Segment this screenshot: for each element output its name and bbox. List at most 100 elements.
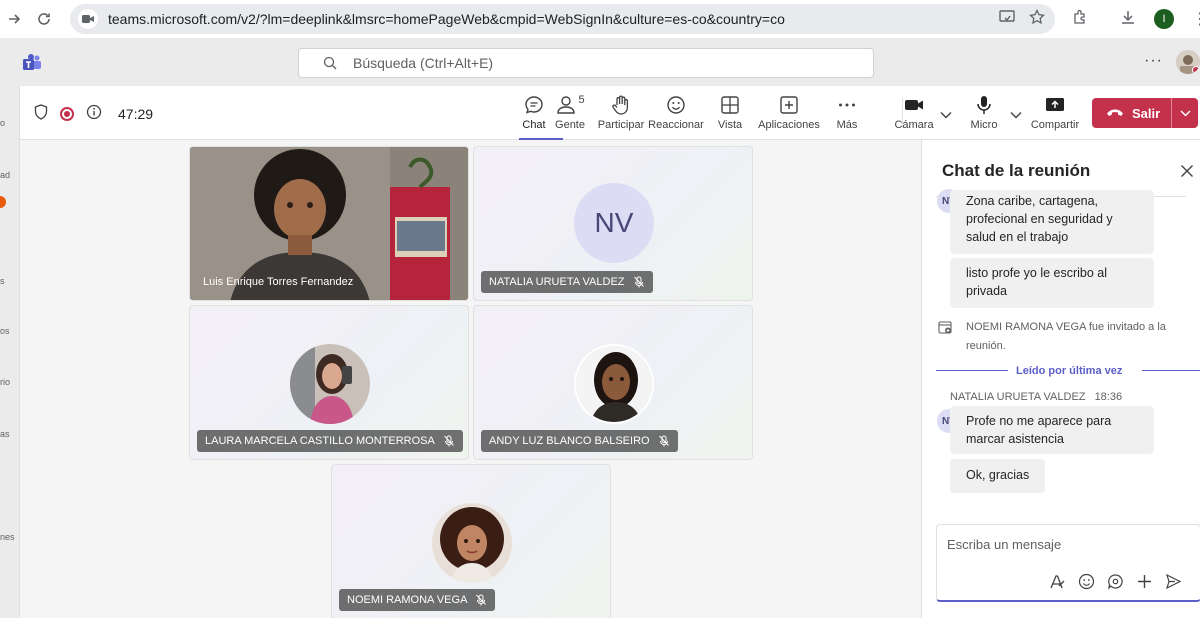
search-icon — [323, 56, 337, 70]
chat-message[interactable]: Profe no me aparece para marcar asistenc… — [950, 406, 1154, 454]
chat-message[interactable]: Ok, gracias — [950, 459, 1046, 493]
user-avatar[interactable] — [1176, 50, 1200, 74]
participant-name: LAURA MARCELA CASTILLO MONTERROSA — [205, 435, 435, 447]
compose-input[interactable]: Escriba un mensaje — [947, 537, 1061, 552]
mic-label: Micro — [970, 119, 998, 131]
smiley-icon — [667, 96, 685, 114]
share-button[interactable]: Compartir — [1030, 94, 1080, 131]
extensions-icon[interactable] — [1072, 9, 1088, 29]
chat-message[interactable]: Zona caribe, cartagena, profecional en s… — [950, 190, 1154, 254]
video-stage: Luis Enrique Torres Fernandez NV NATALIA… — [20, 140, 920, 618]
more-button[interactable]: Más — [830, 94, 864, 131]
address-bar[interactable]: teams.microsoft.com/v2/?lm=deeplink&lmsr… — [70, 4, 1055, 34]
format-icon[interactable] — [1049, 573, 1066, 590]
view-button[interactable]: Vista — [712, 94, 748, 131]
people-icon — [557, 96, 576, 114]
browser-menu-icon[interactable]: ⋮ — [1192, 9, 1200, 29]
people-count: 5 — [578, 94, 585, 106]
raise-hand-label: Participar — [597, 119, 645, 131]
share-screen-icon — [1046, 98, 1064, 111]
meeting-chat-panel: Chat de la reunión NV Zona caribe, carta… — [921, 140, 1200, 618]
participant-name-tag: NATALIA URUETA VALDEZ — [481, 271, 653, 293]
chat-message[interactable]: listo profe yo le escribo al privada — [950, 258, 1154, 308]
emoji-icon[interactable] — [1078, 573, 1095, 590]
participant-name: ANDY LUZ BLANCO BALSEIRO — [489, 435, 650, 447]
participant-photo — [432, 503, 512, 583]
participant-name-tag: ANDY LUZ BLANCO BALSEIRO — [481, 430, 678, 452]
camera-icon — [905, 100, 923, 110]
left-rail: o ad s os rio as nes — [0, 86, 20, 618]
mic-options-chevron-icon[interactable] — [1010, 106, 1022, 124]
forward-icon[interactable] — [0, 5, 28, 33]
leave-label: Salir — [1132, 105, 1161, 121]
shield-icon[interactable] — [34, 104, 48, 123]
react-label: Reaccionar — [648, 119, 704, 131]
message-text: listo profe yo le escribo al privada — [966, 266, 1108, 298]
camera-label: Cámara — [894, 119, 934, 131]
mic-button[interactable]: Micro — [966, 94, 1002, 131]
bookmark-star-icon[interactable] — [1029, 8, 1045, 29]
participant-name: Luis Enrique Torres Fernandez — [203, 276, 354, 288]
add-icon[interactable] — [1136, 573, 1153, 590]
camera-options-chevron-icon[interactable] — [940, 106, 952, 124]
people-button[interactable]: 5 Gente — [546, 94, 594, 131]
loop-icon[interactable] — [1107, 573, 1124, 590]
close-icon[interactable] — [1180, 162, 1194, 183]
presence-badge — [1192, 66, 1200, 74]
react-button[interactable]: Reaccionar — [648, 94, 704, 131]
people-label: Gente — [555, 119, 585, 131]
camera-button[interactable]: Cámara — [894, 94, 934, 131]
apps-label: Aplicaciones — [758, 119, 820, 131]
participant-tile[interactable]: NV NATALIA URUETA VALDEZ — [473, 146, 753, 301]
share-label: Compartir — [1030, 119, 1080, 131]
send-icon[interactable] — [1165, 573, 1182, 590]
message-sender: NATALIA URUETA VALDEZ 18:36 — [950, 391, 1122, 403]
search-box[interactable]: Búsqueda (Ctrl+Alt+E) — [298, 48, 874, 78]
teams-more-icon[interactable]: ··· — [1144, 52, 1163, 70]
participant-tile[interactable]: NOEMI RAMONA VEGA — [331, 464, 611, 618]
message-time: 18:36 — [1094, 391, 1123, 403]
read-marker-line — [936, 370, 1008, 371]
info-icon[interactable] — [86, 104, 102, 123]
meeting-toolbar: 47:29 Chat 5 Gente Participar Reaccionar… — [20, 86, 1200, 140]
more-label: Más — [836, 119, 858, 131]
site-info-icon[interactable] — [78, 9, 98, 29]
url-text[interactable]: teams.microsoft.com/v2/?lm=deeplink&lmsr… — [108, 11, 785, 27]
mic-off-icon — [658, 435, 669, 447]
reload-icon[interactable] — [30, 5, 58, 33]
apps-button[interactable]: Aplicaciones — [756, 94, 822, 131]
rail-item[interactable]: nes — [0, 532, 15, 542]
message-compose-box[interactable]: Escriba un mensaje — [936, 524, 1200, 602]
more-horizontal-icon — [839, 103, 855, 107]
browser-toolbar: teams.microsoft.com/v2/?lm=deeplink&lmsr… — [0, 0, 1200, 38]
mic-off-icon — [633, 276, 644, 288]
teams-header: Búsqueda (Ctrl+Alt+E) ··· — [0, 38, 1200, 86]
profile-avatar[interactable]: I — [1154, 9, 1174, 29]
message-text: Zona caribe, cartagena, profecional en s… — [966, 194, 1113, 244]
leave-options-chevron-icon[interactable] — [1172, 109, 1198, 117]
rail-item[interactable]: as — [0, 429, 10, 439]
raise-hand-icon — [612, 95, 629, 115]
participant-tile[interactable]: LAURA MARCELA CASTILLO MONTERROSA — [189, 305, 469, 460]
mic-off-icon — [443, 435, 454, 447]
rail-notification-badge — [0, 196, 6, 208]
raise-hand-button[interactable]: Participar — [596, 94, 646, 131]
leave-button[interactable]: Salir — [1092, 98, 1198, 128]
download-icon[interactable] — [1120, 9, 1136, 29]
rail-item[interactable]: os — [0, 326, 10, 336]
calendar-icon — [938, 321, 952, 334]
rail-item[interactable]: ad — [0, 170, 10, 180]
participant-photo — [290, 344, 370, 424]
mic-off-icon — [476, 594, 487, 606]
cast-icon[interactable] — [999, 10, 1015, 28]
chat-label: Chat — [522, 119, 546, 131]
rail-item[interactable]: o — [0, 118, 5, 128]
participant-name-tag: LAURA MARCELA CASTILLO MONTERROSA — [197, 430, 463, 452]
rail-item[interactable]: rio — [0, 377, 10, 387]
participant-photo — [574, 344, 654, 424]
recording-icon[interactable] — [60, 106, 74, 121]
participant-tile[interactable]: ANDY LUZ BLANCO BALSEIRO — [473, 305, 753, 460]
participant-tile[interactable]: Luis Enrique Torres Fernandez — [189, 146, 469, 301]
message-text: Profe no me aparece para marcar asistenc… — [966, 414, 1112, 446]
rail-item[interactable]: s — [0, 276, 5, 286]
